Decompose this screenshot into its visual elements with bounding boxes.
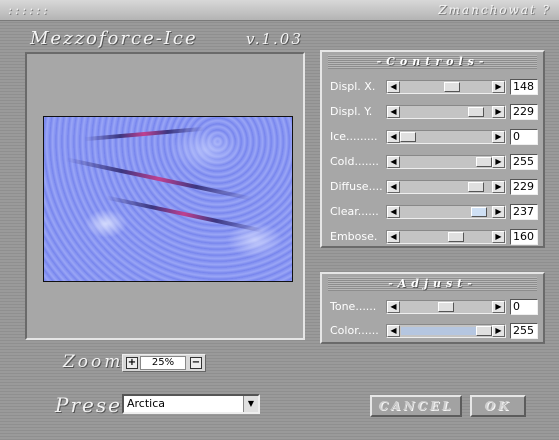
slider-thumb[interactable] [476, 157, 492, 167]
adjust-group: -Adjust- Tone...... ◀ ▶ 0 Color...... ◀ ▶ 255 [320, 272, 545, 344]
slider-thumb[interactable] [400, 132, 416, 142]
controls-row-label: Ice......... [330, 130, 378, 143]
arrow-right-icon[interactable]: ▶ [492, 131, 505, 143]
arrow-left-icon[interactable]: ◀ [387, 181, 400, 193]
zoom-value: 25% [140, 356, 186, 370]
preview-image [43, 116, 293, 282]
preset-selected: Arctica [127, 397, 166, 410]
slider-thumb[interactable] [476, 326, 492, 336]
slider-track[interactable]: ◀ ▶ [386, 324, 506, 338]
slider-thumb[interactable] [468, 182, 484, 192]
slider-track[interactable]: ◀ ▶ [386, 205, 506, 219]
slider-track[interactable]: ◀ ▶ [386, 300, 506, 314]
slider-track[interactable]: ◀ ▶ [386, 80, 506, 94]
adjust-title: -Adjust- [328, 277, 537, 291]
slider-track[interactable]: ◀ ▶ [386, 105, 506, 119]
slider-thumb[interactable] [471, 207, 487, 217]
arrow-right-icon[interactable]: ▶ [492, 81, 505, 93]
controls-value-field[interactable]: 237 [510, 204, 538, 220]
title-bar-left: :::::: [8, 3, 51, 17]
zoom-control: + 25% − [122, 354, 206, 372]
slider-thumb[interactable] [448, 232, 464, 242]
title-bar-right: Zmanchowat ? [438, 3, 551, 17]
arrow-right-icon[interactable]: ▶ [492, 325, 505, 337]
controls-group: -Controls- Displ. X. ◀ ▶ 148 Displ. Y. ◀ ▶ 229 I… [320, 50, 545, 248]
slider-thumb[interactable] [438, 302, 454, 312]
arrow-left-icon[interactable]: ◀ [387, 106, 400, 118]
arrow-right-icon[interactable]: ▶ [492, 156, 505, 168]
controls-value-field[interactable]: 160 [510, 229, 538, 245]
arrow-right-icon[interactable]: ▶ [492, 301, 505, 313]
cancel-button[interactable]: CANCEL [370, 395, 462, 417]
title-bar: :::::: Zmanchowat ? [0, 0, 559, 21]
app-name: Mezzoforce-Ice [30, 28, 198, 49]
arrow-left-icon[interactable]: ◀ [387, 81, 400, 93]
controls-row-label: Diffuse.... [330, 180, 383, 193]
slider-track[interactable]: ◀ ▶ [386, 130, 506, 144]
preset-label: Preset [55, 393, 132, 417]
arrow-right-icon[interactable]: ▶ [492, 181, 505, 193]
adjust-row-label: Tone...... [330, 300, 377, 313]
zoom-in-button[interactable]: + [126, 357, 138, 369]
arrow-right-icon[interactable]: ▶ [492, 231, 505, 243]
controls-row-label: Embose. [330, 230, 378, 243]
arrow-right-icon[interactable]: ▶ [492, 106, 505, 118]
version-label: v.1.03 [246, 30, 303, 48]
slider-thumb[interactable] [468, 107, 484, 117]
controls-row-label: Displ. Y. [330, 105, 373, 118]
adjust-value-field[interactable]: 0 [510, 299, 538, 315]
ok-button[interactable]: OK [470, 395, 526, 417]
controls-row-label: Displ. X. [330, 80, 376, 93]
controls-title: -Controls- [328, 55, 537, 69]
controls-row-label: Cold....... [330, 155, 379, 168]
controls-value-field[interactable]: 229 [510, 179, 538, 195]
zoom-out-button[interactable]: − [190, 357, 202, 369]
preview-panel [25, 52, 305, 340]
slider-track[interactable]: ◀ ▶ [386, 230, 506, 244]
adjust-value-field[interactable]: 255 [510, 323, 538, 339]
slider-track[interactable]: ◀ ▶ [386, 180, 506, 194]
adjust-row-label: Color...... [330, 324, 379, 337]
preset-dropdown[interactable]: Arctica ▼ [122, 394, 260, 414]
controls-value-field[interactable]: 229 [510, 104, 538, 120]
arrow-left-icon[interactable]: ◀ [387, 231, 400, 243]
slider-track[interactable]: ◀ ▶ [386, 155, 506, 169]
controls-value-field[interactable]: 255 [510, 154, 538, 170]
arrow-left-icon[interactable]: ◀ [387, 206, 400, 218]
controls-value-field[interactable]: 148 [510, 79, 538, 95]
chevron-down-icon[interactable]: ▼ [243, 396, 258, 412]
slider-thumb[interactable] [444, 82, 460, 92]
arrow-left-icon[interactable]: ◀ [387, 156, 400, 168]
arrow-left-icon[interactable]: ◀ [387, 325, 400, 337]
controls-row-label: Clear...... [330, 205, 379, 218]
arrow-left-icon[interactable]: ◀ [387, 301, 400, 313]
zoom-label: Zoom [63, 352, 124, 372]
arrow-left-icon[interactable]: ◀ [387, 131, 400, 143]
slider-fill [401, 327, 476, 335]
arrow-right-icon[interactable]: ▶ [492, 206, 505, 218]
controls-value-field[interactable]: 0 [510, 129, 538, 145]
